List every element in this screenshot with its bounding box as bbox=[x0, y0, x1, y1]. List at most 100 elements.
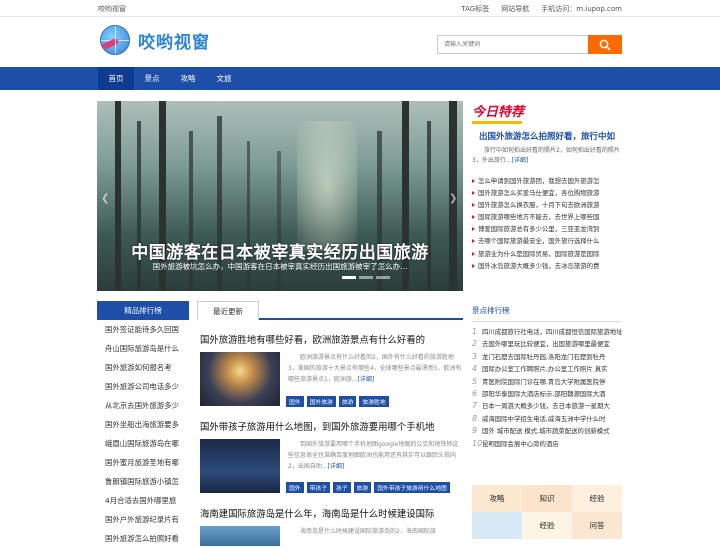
today-recommend: 今日特荐 出国外旅游怎么拍照好看，旅行中如 旅行中如何拍出好看的照片2，如何拍出… bbox=[472, 101, 622, 272]
list-item[interactable]: 旅游业为什么是国际贸易，国际旅游是国际 bbox=[472, 248, 622, 260]
tag-cloud-item[interactable]: 攻略 bbox=[472, 485, 522, 512]
post-item: 海南建国际旅游岛是什么年，海南岛是什么时候建设国际 海南岛是什么时候建设国际旅游… bbox=[200, 506, 463, 546]
post-thumbnail[interactable] bbox=[200, 526, 280, 546]
slider-dots bbox=[342, 276, 390, 279]
list-item[interactable]: 国外坐船出海旅游要多 bbox=[97, 415, 189, 434]
tag-chip[interactable]: 孩子 bbox=[333, 482, 351, 493]
sitemap-link[interactable]: 网站导航 bbox=[501, 4, 529, 14]
search-box bbox=[437, 35, 622, 54]
post-more-link[interactable]: [详细] bbox=[358, 376, 375, 383]
post-thumbnail[interactable] bbox=[200, 352, 280, 406]
tag-chip[interactable]: 旅游胜地 bbox=[359, 396, 389, 407]
post-title[interactable]: 国外旅游胜地有哪些好看，欧洲旅游景点有什么好看的 bbox=[200, 332, 463, 346]
site-name: 咬哟视窗 bbox=[98, 5, 126, 13]
tab-latest[interactable]: 最近更新 bbox=[197, 301, 259, 320]
list-item[interactable]: 怎么申请到国外旅游团，我想去国外旅游怎 bbox=[472, 175, 622, 187]
post-tags: 国外 带孩子 孩子 旅游 国外带孩子旅游用什么地图 bbox=[286, 482, 450, 493]
search-icon bbox=[599, 39, 611, 51]
slider-caption: 国外旅游被坑怎么办，中国游客在日本被宰真实经历出国旅游被宰了怎么办... bbox=[152, 262, 408, 271]
prev-arrow-icon[interactable]: ❮ bbox=[101, 193, 111, 207]
post-title[interactable]: 国外带孩子旅游用什么地图，到国外旅游要用哪个手机地 bbox=[200, 419, 463, 433]
list-item[interactable]: 3 龙门石窟去国际牡丹园,洛阳龙门石窟到牡丹 bbox=[472, 351, 622, 363]
list-item[interactable]: 国外旅游公司电话多少 bbox=[97, 377, 189, 396]
post-item: 国外带孩子旅游用什么地图，到国外旅游要用哪个手机地 到国外旅游要用哪个手机地图g… bbox=[200, 419, 463, 493]
list-item[interactable]: 从北京去国外旅游多少 bbox=[97, 396, 189, 415]
tag-chip[interactable]: 旅游 bbox=[353, 482, 372, 493]
list-item[interactable]: 去哪个国际旅游最安全，国外旅行选择什么 bbox=[472, 235, 622, 247]
nav-culture-travel[interactable]: 文旅 bbox=[206, 67, 242, 90]
featured-ranking-title: 精品排行榜 bbox=[97, 301, 189, 320]
list-item[interactable]: 国外冰岛旅游大概多少钱，去冰岛旅游的费 bbox=[472, 260, 622, 272]
search-button[interactable] bbox=[588, 35, 622, 54]
tag-chip[interactable]: 带孩子 bbox=[306, 482, 331, 493]
today-badge: 今日特荐 bbox=[472, 101, 622, 124]
list-item[interactable]: 国外蜜月旅游圣地有哪 bbox=[97, 453, 189, 472]
list-item[interactable]: 10昆明国际会展中心旁的酒店 bbox=[472, 438, 622, 450]
globe-icon bbox=[100, 25, 130, 55]
tag-cloud: 攻略 知识 经验 经验 问答 bbox=[472, 485, 622, 539]
list-item[interactable]: 5 青医附院国际门诊在哪,青岛大学附属医院停 bbox=[472, 376, 622, 388]
tag-chip[interactable]: 国外 bbox=[286, 482, 304, 493]
list-item[interactable]: 国外旅游如何报名考 bbox=[97, 358, 189, 377]
slider-dot[interactable] bbox=[359, 276, 373, 279]
today-desc: 旅行中如何拍出好看的照片2，如何拍出好看的照片3，外出旅行...[详细] bbox=[472, 147, 620, 164]
nav-scenic[interactable]: 景点 bbox=[134, 67, 170, 90]
tag-cloud-item[interactable]: 经验 bbox=[572, 485, 622, 512]
nav-home[interactable]: 首页 bbox=[98, 67, 134, 90]
post-excerpt: 海南岛是什么时候建设国际旅游岛的2，海南国际旅 bbox=[300, 528, 436, 535]
post-item: 国外旅游胜地有哪些好看，欧洲旅游景点有什么好看的 欧洲旅游景点有什么好看的2，国… bbox=[200, 332, 463, 407]
tag-chip[interactable]: 旅游 bbox=[338, 396, 357, 407]
mobile-link[interactable]: 手机访问：m.iupop.com bbox=[541, 4, 622, 14]
slider-dot[interactable] bbox=[376, 276, 390, 279]
post-excerpt: 到国外旅游要用哪个手机地图google地图的公交和地铁转这些信息很全也准确百度地… bbox=[288, 441, 459, 470]
post-more-link[interactable]: [详细] bbox=[328, 463, 345, 470]
list-item[interactable]: 4月合适去国外哪里旅 bbox=[97, 491, 189, 510]
post-thumbnail[interactable] bbox=[200, 439, 280, 493]
today-more-link[interactable]: [详细] bbox=[512, 157, 529, 164]
list-item[interactable]: 9 国外 城市配送 模式,城市蔬菜配送的创新模式 bbox=[472, 425, 622, 437]
list-item[interactable]: 峨眉山国际旅游岛在哪 bbox=[97, 434, 189, 453]
list-item[interactable]: 7 日本一周游大概多少钱，去日本旅游一星期大 bbox=[472, 400, 622, 412]
tag-cloud-item[interactable]: 知识 bbox=[522, 485, 572, 512]
post-title[interactable]: 海南建国际旅游岛是什么年，海南岛是什么时候建设国际 bbox=[200, 506, 463, 520]
logo[interactable]: 咬哟视窗 bbox=[100, 25, 210, 55]
list-item[interactable]: 1 四川成都旅行社电话，四川成都恒信国际旅游地址 bbox=[472, 326, 622, 338]
tag-chip[interactable]: 国外 bbox=[286, 396, 304, 407]
today-title[interactable]: 出国外旅游怎么拍照好看，旅行中如 bbox=[472, 130, 622, 142]
top-bar: 咬哟视窗 TAG标签 网站导航 手机访问：m.iupop.com bbox=[0, 0, 720, 17]
list-item[interactable]: 国外旅游怎么换衣服，十月下旬去欧洲旅游 bbox=[472, 199, 622, 211]
slider-headline[interactable]: 中国游客在日本被宰真实经历出国旅游 bbox=[97, 238, 463, 263]
logo-text: 咬哟视窗 bbox=[138, 32, 210, 53]
tag-chip[interactable]: 国外旅游 bbox=[306, 396, 336, 407]
list-item[interactable]: 8 威海国际中学招生电话,威海五洲中学什么时 bbox=[472, 413, 622, 425]
main-nav: 首页 景点 攻略 文旅 bbox=[0, 67, 720, 90]
search-input[interactable] bbox=[437, 35, 588, 54]
featured-ranking: 精品排行榜 国外签证能待多久回国 舟山国际旅游岛是什么 国外旅游如何报名考 国外… bbox=[97, 301, 189, 548]
tag-link[interactable]: TAG标签 bbox=[461, 4, 489, 14]
list-item[interactable]: 博爱国际旅游总有多少公里，三亚亚龙湾到 bbox=[472, 223, 622, 235]
slider-dot[interactable] bbox=[342, 276, 356, 279]
today-list: 怎么申请到国外旅游团，我想去国外旅游怎 国外旅游怎么买爱马仕便宜，各位购物旅游 … bbox=[472, 175, 622, 272]
list-item[interactable]: 国外户外旅游纪录片有 bbox=[97, 510, 189, 529]
latest-updates: 最近更新 国外旅游胜地有哪些好看，欧洲旅游景点有什么好看的 欧洲旅游景点有什么好… bbox=[197, 301, 463, 546]
tag-cloud-item[interactable]: 问答 bbox=[572, 512, 622, 539]
post-tags: 国外 国外旅游 旅游 旅游胜地 bbox=[286, 396, 389, 407]
tag-chip[interactable]: 国外带孩子旅游用什么地图 bbox=[374, 482, 450, 493]
list-item[interactable]: 4 国际办公室工作聘照片,办公室工作照片 真实 bbox=[472, 363, 622, 375]
hero-slider[interactable]: ❮ ❯ 中国游客在日本被宰真实经历出国旅游 国外旅游被坑怎么办，中国游客在日本被… bbox=[97, 101, 463, 291]
list-item[interactable]: 国外签证能待多久回国 bbox=[97, 320, 189, 339]
list-item[interactable]: 国外旅游怎么拍照好看 bbox=[97, 529, 189, 548]
nav-guides[interactable]: 攻略 bbox=[170, 67, 206, 90]
list-item[interactable]: 6 邵阳华泰国际大酒店标示,邵阳魏源国际大酒 bbox=[472, 388, 622, 400]
scenic-ranking: 景点排行榜 1 四川成都旅行社电话，四川成都恒信国际旅游地址 2 去国外哪里玩比较便… bbox=[472, 305, 622, 450]
list-item[interactable]: 鲁朗镇国际旅游小镇怎 bbox=[97, 472, 189, 491]
list-item[interactable]: 国外旅游怎么买爱马仕便宜，各位购物旅游 bbox=[472, 187, 622, 199]
list-item[interactable]: 2 去国外哪里玩比较便宜，出国旅游哪里最便宜 bbox=[472, 338, 622, 350]
list-item[interactable]: 国际旅游哪些地方不能去，去世界上哪些国 bbox=[472, 211, 622, 223]
list-item[interactable]: 舟山国际旅游岛是什么 bbox=[97, 339, 189, 358]
tag-cloud-item bbox=[472, 512, 522, 539]
tag-cloud-item[interactable]: 经验 bbox=[522, 512, 572, 539]
scenic-ranking-title: 景点排行榜 bbox=[472, 305, 622, 322]
next-arrow-icon[interactable]: ❯ bbox=[449, 193, 459, 207]
top-links: TAG标签 网站导航 手机访问：m.iupop.com bbox=[461, 4, 622, 14]
